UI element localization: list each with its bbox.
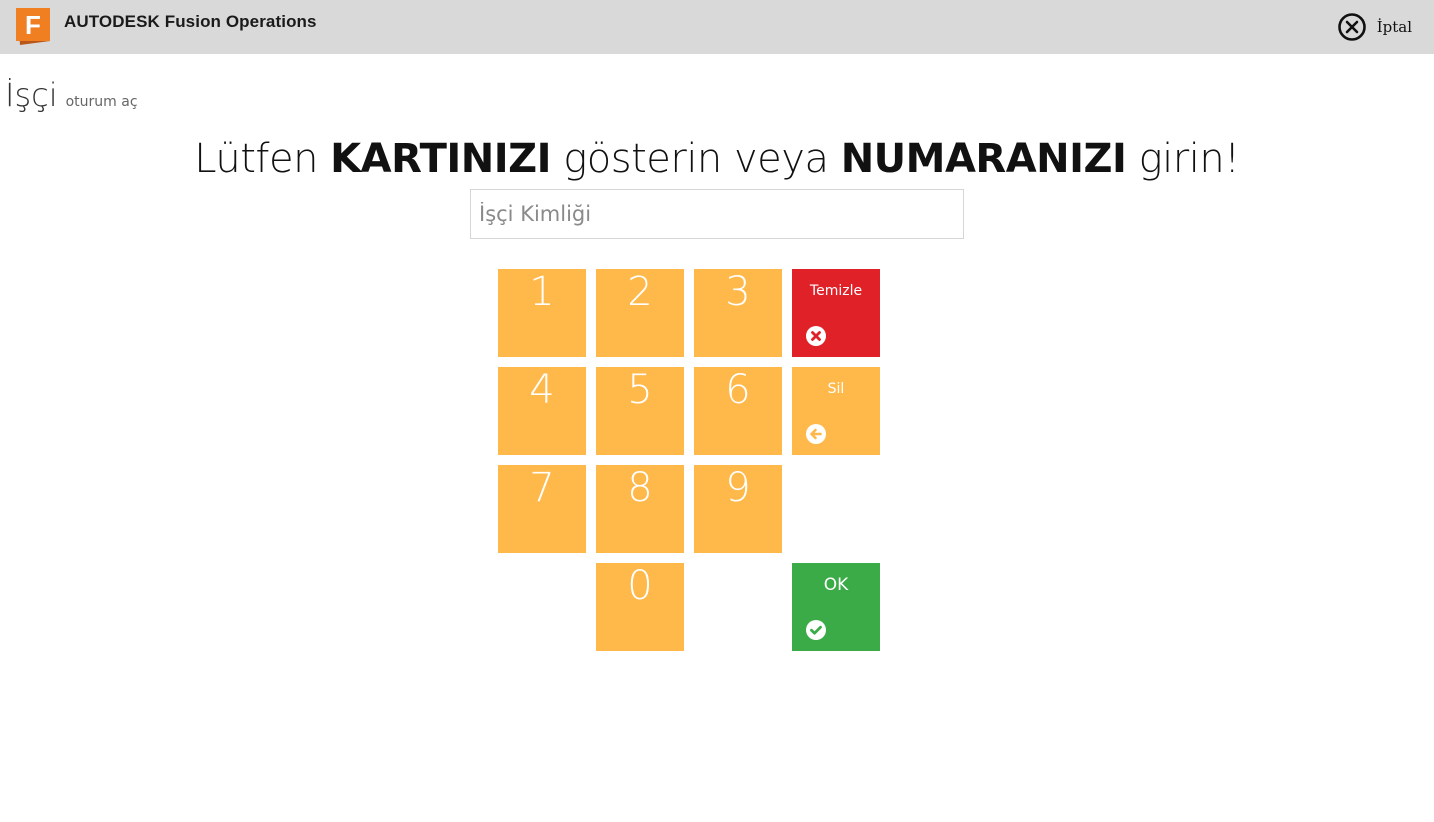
close-circle-icon bbox=[1337, 13, 1366, 41]
logo-letter: F bbox=[25, 10, 41, 40]
page-subtitle: oturum aç bbox=[65, 94, 138, 110]
key-6[interactable]: 6 bbox=[694, 367, 782, 455]
prompt-headline: Lütfen KARTINIZI gösterin veya NUMARANIZ… bbox=[0, 136, 1434, 182]
clear-label: Temizle bbox=[809, 283, 863, 299]
key-1[interactable]: 1 bbox=[498, 269, 586, 357]
prompt-part2: gösterin veya bbox=[551, 136, 841, 182]
key-digit: 7 bbox=[529, 465, 555, 511]
key-digit: 4 bbox=[529, 367, 555, 413]
key-2[interactable]: 2 bbox=[596, 269, 684, 357]
key-3[interactable]: 3 bbox=[694, 269, 782, 357]
key-digit: 5 bbox=[627, 367, 653, 413]
prompt-bold-number: NUMARANIZI bbox=[840, 136, 1127, 182]
delete-button[interactable]: Sil bbox=[792, 367, 880, 455]
key-digit: 0 bbox=[627, 563, 653, 609]
key-7[interactable]: 7 bbox=[498, 465, 586, 553]
delete-label: Sil bbox=[827, 381, 845, 397]
key-5[interactable]: 5 bbox=[596, 367, 684, 455]
ok-label: OK bbox=[823, 575, 849, 595]
key-4[interactable]: 4 bbox=[498, 367, 586, 455]
fusion-logo-icon: F bbox=[14, 7, 54, 45]
worker-id-input[interactable] bbox=[470, 189, 964, 239]
key-8[interactable]: 8 bbox=[596, 465, 684, 553]
key-digit: 9 bbox=[725, 465, 751, 511]
brand-product: Fusion Operations bbox=[164, 12, 317, 31]
key-digit: 6 bbox=[725, 367, 751, 413]
page-title: İşçi oturum aç bbox=[5, 76, 138, 114]
ok-button[interactable]: OK bbox=[792, 563, 880, 651]
brand-name: AUTODESK Fusion Operations bbox=[64, 12, 317, 32]
brand-company: AUTODESK bbox=[64, 12, 160, 31]
x-circle-icon bbox=[806, 326, 826, 346]
cancel-label: İptal bbox=[1376, 18, 1412, 36]
top-bar: F AUTODESK Fusion Operations İptal bbox=[0, 0, 1434, 54]
key-digit: 3 bbox=[725, 269, 751, 315]
prompt-bold-card: KARTINIZI bbox=[330, 136, 552, 182]
prompt-part3: girin! bbox=[1126, 136, 1241, 182]
page-title-main: İşçi bbox=[5, 76, 58, 114]
arrow-left-circle-icon bbox=[806, 424, 826, 444]
key-digit: 2 bbox=[627, 269, 653, 315]
check-circle-icon bbox=[806, 620, 826, 640]
key-0[interactable]: 0 bbox=[596, 563, 684, 651]
key-digit: 1 bbox=[529, 269, 555, 315]
prompt-part1: Lütfen bbox=[194, 136, 331, 182]
clear-button[interactable]: Temizle bbox=[792, 269, 880, 357]
key-digit: 8 bbox=[627, 465, 653, 511]
key-9[interactable]: 9 bbox=[694, 465, 782, 553]
cancel-button[interactable]: İptal bbox=[1337, 12, 1412, 42]
